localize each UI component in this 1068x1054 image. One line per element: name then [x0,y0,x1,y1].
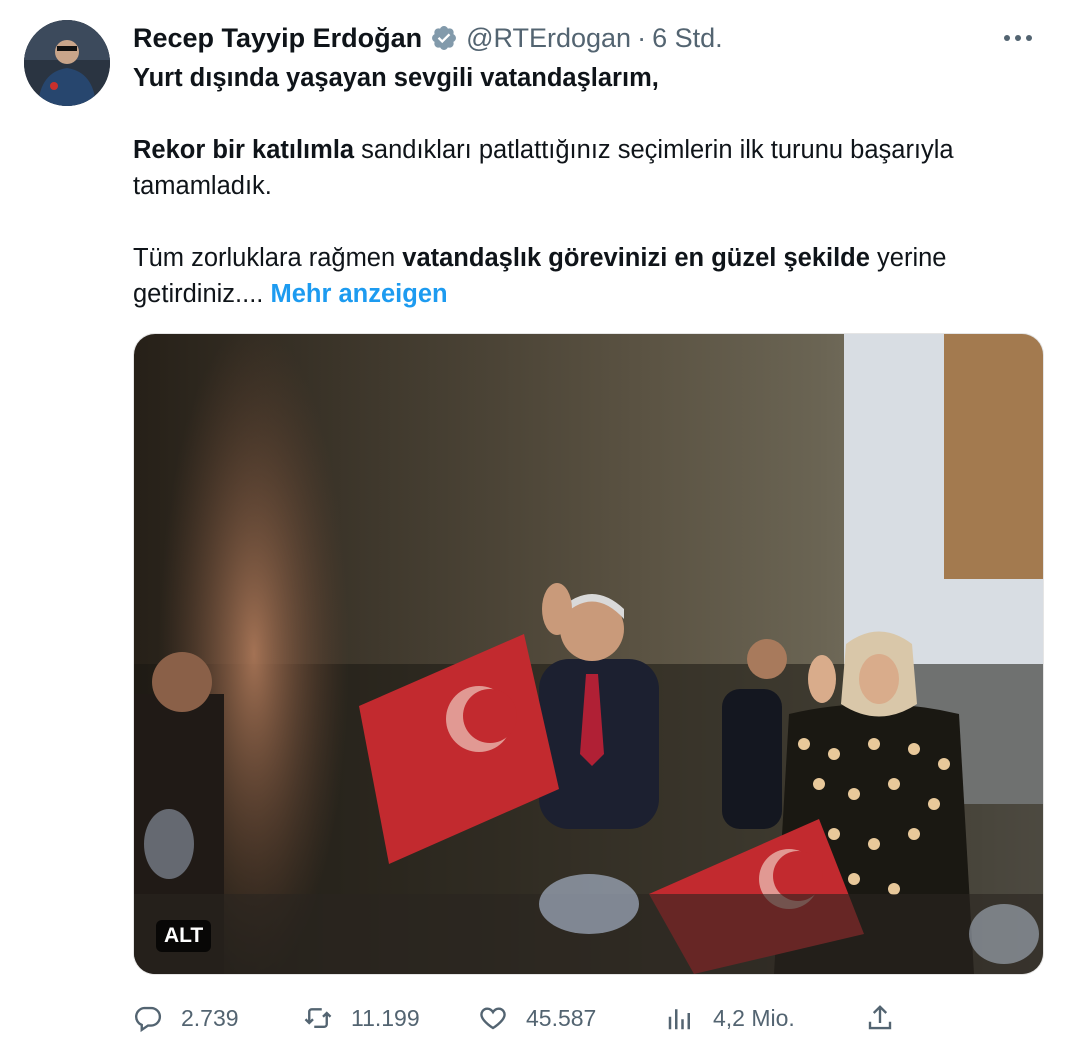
tweet-text: Yurt dışında yaşayan sevgili vatandaşlar… [133,60,1033,312]
retweet-icon [304,1008,332,1028]
tweet-header: Recep Tayyip Erdoğan @RTErdogan · 6 Std. [133,20,1038,56]
reply-button[interactable]: 2.739 [133,995,239,1041]
greeting-line: Yurt dışında yaşayan sevgili vatandaşlar… [133,64,659,92]
retweet-count: 11.199 [351,1004,420,1031]
alt-badge[interactable]: ALT [156,920,212,952]
retweet-button[interactable]: 11.199 [303,995,420,1041]
avatar-image [24,20,110,106]
show-more-link[interactable]: Mehr anzeigen [270,280,447,308]
views-count: 4,2 Mio. [713,1004,795,1031]
paragraph2-bold: Rekor bir katılımla [133,136,355,164]
avatar[interactable] [24,20,110,106]
more-icon[interactable] [998,22,1038,54]
paragraph3-text-a: Tüm zorluklara rağmen [133,244,403,272]
author-handle[interactable]: @RTErdogan [466,23,631,54]
share-icon [868,1005,892,1030]
tweet-photo[interactable]: ALT [133,333,1044,975]
like-count: 45.587 [526,1004,597,1031]
reply-icon [135,1006,162,1033]
paragraph3-bold: vatandaşlık görevinizi en güzel şekilde [402,244,870,272]
views-button[interactable]: 4,2 Mio. [665,995,795,1041]
like-icon [480,1007,506,1030]
separator-dot: · [637,22,647,53]
action-bar: 2.739 11.199 45.587 4,2 Mio. [133,995,903,1041]
verified-badge-icon [430,24,458,52]
views-icon [668,1009,690,1030]
timestamp[interactable]: 6 Std. [652,23,723,54]
reply-count: 2.739 [181,1004,239,1031]
author-name[interactable]: Recep Tayyip Erdoğan [133,23,422,54]
share-button[interactable] [865,995,913,1041]
like-button[interactable]: 45.587 [478,995,596,1041]
photo-image [134,334,1043,974]
